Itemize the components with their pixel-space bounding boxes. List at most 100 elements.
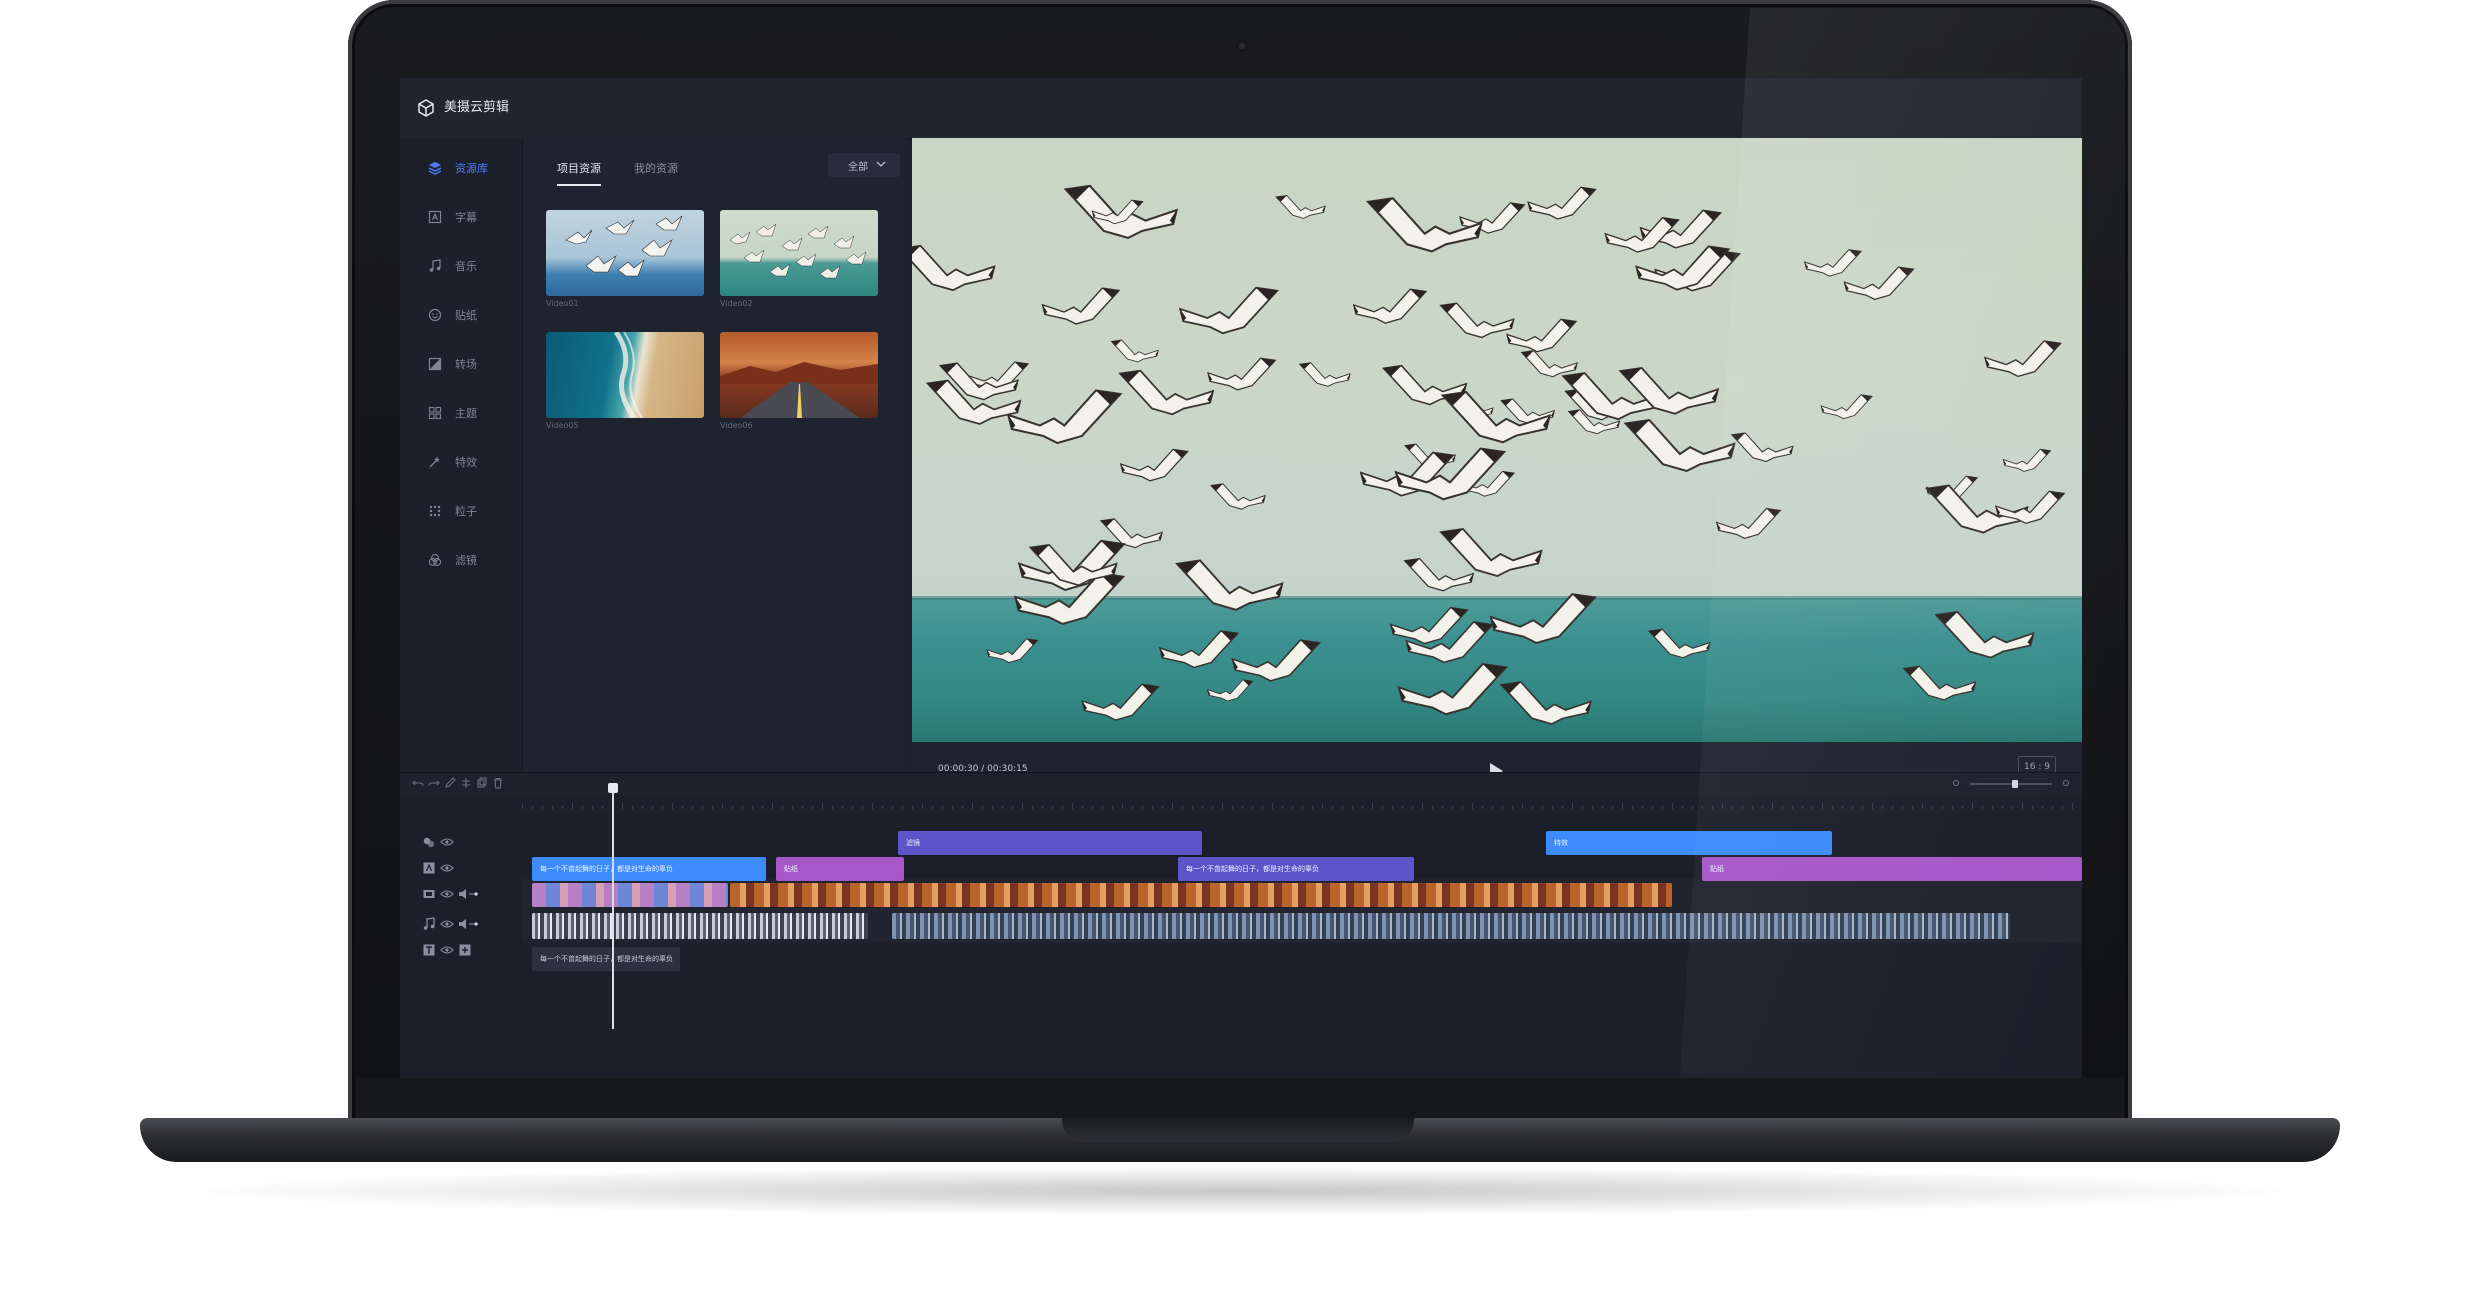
ruler-tick <box>1412 806 1413 809</box>
nav-item-transition[interactable]: 转场 <box>400 346 522 382</box>
playhead[interactable] <box>612 789 614 1029</box>
ruler-tick <box>1822 803 1823 809</box>
zoom-slider-handle[interactable] <box>2012 780 2018 788</box>
ruler-tick <box>972 803 973 809</box>
media-thumbnail-video01[interactable] <box>546 210 704 296</box>
ruler-tick <box>1302 806 1303 809</box>
ruler-tick <box>1652 806 1653 809</box>
nav-item-filter[interactable]: 滤镜 <box>400 542 522 578</box>
effect-clip-filter[interactable]: 滤镜 <box>898 831 1202 855</box>
redo-icon[interactable] <box>428 777 440 789</box>
ruler-tick <box>1152 806 1153 809</box>
tab-my-resources[interactable]: 我的资源 <box>634 160 678 176</box>
visibility-eye-icon[interactable] <box>440 943 454 957</box>
ruler-tick <box>862 806 863 809</box>
sticker-clip[interactable]: 贴纸 <box>776 857 904 881</box>
seagull <box>1207 357 1277 391</box>
nav-item-effects[interactable]: 特效 <box>400 444 522 480</box>
ruler-tick <box>742 806 743 809</box>
media-thumbnail-label: Video01 <box>546 299 579 308</box>
ruler-tick <box>1892 806 1893 809</box>
nav-item-library[interactable]: 资源库 <box>400 150 522 186</box>
ruler-tick <box>532 806 533 809</box>
nav-label: 贴纸 <box>455 309 477 322</box>
volume-icon[interactable] <box>458 887 480 901</box>
effect-clip-effect[interactable]: 特效 <box>1546 831 1832 855</box>
nav-label: 特效 <box>455 456 477 469</box>
split-icon[interactable] <box>460 777 472 789</box>
ruler-tick <box>1242 806 1243 809</box>
delete-icon[interactable] <box>492 777 504 789</box>
video-clip-1[interactable] <box>532 883 728 907</box>
ruler-tick <box>832 806 833 809</box>
zoom-in-icon[interactable] <box>2060 777 2072 789</box>
seagull <box>1983 340 2063 378</box>
ruler-tick <box>2022 803 2023 809</box>
audio-clip-2[interactable] <box>892 913 2010 939</box>
seagull <box>1210 483 1266 510</box>
nav-item-music[interactable]: 音乐 <box>400 248 522 284</box>
caption-clip[interactable]: 每一个不曾起舞的日子，都是对生命的辜负 <box>532 857 766 881</box>
filter-dropdown[interactable]: 全部 <box>828 153 900 177</box>
ruler-tick <box>1762 806 1763 809</box>
seagull <box>1925 484 2029 534</box>
audio-clip-1[interactable] <box>532 913 868 939</box>
ruler-tick <box>1982 806 1983 809</box>
ruler-tick <box>692 806 693 809</box>
nav-item-particle[interactable]: 粒子 <box>400 493 522 529</box>
ruler-tick <box>1042 806 1043 809</box>
volume-icon[interactable] <box>458 917 480 931</box>
visibility-eye-icon[interactable] <box>440 917 454 931</box>
seagull <box>1352 288 1428 324</box>
video-preview[interactable] <box>912 138 2082 742</box>
media-thumbnail-video06[interactable] <box>720 332 878 418</box>
seagull <box>1439 302 1515 339</box>
visibility-eye-icon[interactable] <box>440 861 454 875</box>
ruler-tick <box>1612 806 1613 809</box>
ruler-tick <box>1442 806 1443 809</box>
caption-clip[interactable]: 每一个不曾起舞的日子，都是对生命的辜负 <box>1178 857 1414 881</box>
video-clip-2[interactable] <box>730 883 1672 907</box>
ruler-tick <box>1542 806 1543 809</box>
edit-icon[interactable] <box>444 777 456 789</box>
seagull-flock-image <box>912 184 2066 725</box>
sticker-clip[interactable]: 贴纸 <box>1702 857 2082 881</box>
undo-icon[interactable] <box>412 777 424 789</box>
text-track-icon <box>423 944 435 956</box>
ruler-tick <box>712 806 713 809</box>
ruler-tick <box>1622 803 1623 809</box>
ruler-tick <box>602 806 603 809</box>
ruler-tick <box>1192 806 1193 809</box>
ruler-tick <box>1552 806 1553 809</box>
time-ruler[interactable] <box>522 801 2082 811</box>
ruler-tick <box>892 806 893 809</box>
ruler-tick <box>622 803 623 809</box>
zoom-slider[interactable] <box>1970 783 2052 785</box>
text-clip[interactable]: 每一个不曾起舞的日子，都是对生命的辜负 <box>532 947 680 971</box>
media-thumbnail-video02[interactable] <box>720 210 878 296</box>
media-thumbnail-video05[interactable] <box>546 332 704 418</box>
ruler-tick <box>1722 803 1723 809</box>
nav-item-caption[interactable]: 字幕 <box>400 199 522 235</box>
ruler-tick <box>1322 803 1323 809</box>
ruler-tick <box>1142 806 1143 809</box>
zoom-out-icon[interactable] <box>1950 777 1962 789</box>
ruler-tick <box>1202 806 1203 809</box>
copy-icon[interactable] <box>476 777 488 789</box>
seagull <box>1527 186 1597 220</box>
nav-item-sticker[interactable]: 贴纸 <box>400 297 522 333</box>
add-text-icon[interactable] <box>458 943 472 957</box>
ruler-tick <box>912 806 913 809</box>
tab-project-resources[interactable]: 项目资源 <box>557 160 601 176</box>
ruler-tick <box>1232 806 1233 809</box>
ruler-tick <box>732 806 733 809</box>
ruler-tick <box>1902 806 1903 809</box>
visibility-eye-icon[interactable] <box>440 887 454 901</box>
ruler-tick <box>552 806 553 809</box>
nav-item-theme[interactable]: 主题 <box>400 395 522 431</box>
playhead-handle[interactable] <box>608 783 618 793</box>
ruler-tick <box>562 806 563 809</box>
media-thumbnail-label: Video02 <box>720 299 753 308</box>
caption-track-icon <box>423 862 435 874</box>
visibility-eye-icon[interactable] <box>440 835 454 849</box>
